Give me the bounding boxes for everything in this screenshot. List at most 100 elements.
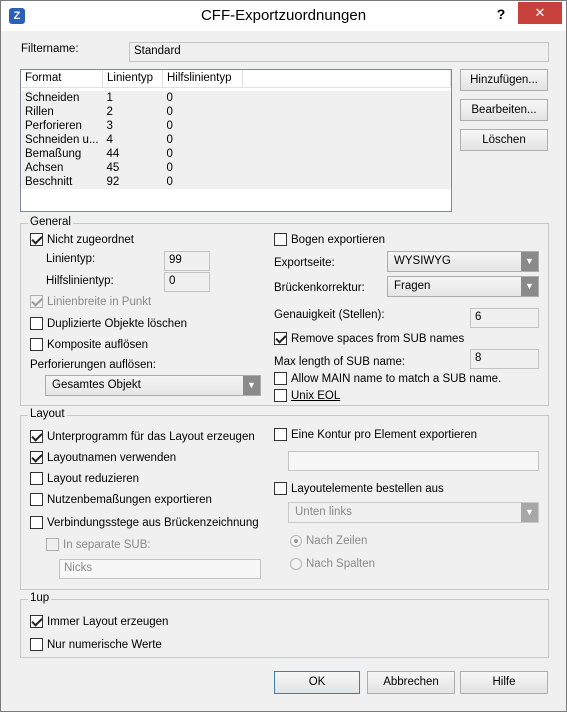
table-row[interactable]: Achsen 45 0 [21, 161, 451, 175]
linienbreite-checkbox[interactable]: Linienbreite in Punkt [30, 295, 151, 308]
verbindungsstege-label: Verbindungsstege aus Brückenzeichnung ex… [47, 516, 258, 529]
cell-hilfslinientyp: 0 [162, 161, 243, 175]
linientyp-label: Linientyp: [46, 253, 96, 265]
layout-group-title: Layout [28, 408, 67, 420]
chevron-down-icon: ▼ [521, 277, 538, 296]
cell-linientyp: 44 [102, 147, 163, 161]
cell-linientyp: 4 [102, 133, 163, 147]
cell-format: Achsen [21, 161, 103, 175]
bestellen-value: Unten links [295, 506, 352, 518]
exportseite-select[interactable]: WYSIWYG ▼ [387, 251, 539, 272]
bogen-checkbox[interactable]: Bogen exportieren [274, 233, 385, 246]
bogen-label: Bogen exportieren [291, 233, 385, 246]
exportseite-label: Exportseite: [274, 257, 335, 269]
layoutnamen-label: Layoutnamen verwenden [47, 451, 177, 464]
help-button[interactable]: Hilfe [460, 671, 548, 694]
cell-linientyp: 3 [102, 119, 163, 133]
cell-hilfslinientyp: 0 [162, 119, 243, 133]
table-row[interactable]: Schneiden u... 4 0 [21, 133, 451, 147]
column-header-format[interactable]: Format [21, 70, 104, 88]
genauigkeit-field[interactable]: 6 [470, 308, 539, 328]
cell-linientyp: 2 [102, 105, 163, 119]
table-row[interactable]: Bemaßung 44 0 [21, 147, 451, 161]
duplizierte-label: Duplizierte Objekte löschen [47, 317, 187, 330]
cell-linientyp: 1 [102, 91, 163, 105]
nach-zeilen-label: Nach Zeilen [306, 535, 368, 547]
nutzen-label: Nutzenbemaßungen exportieren [47, 493, 212, 506]
add-button[interactable]: Hinzufügen... [460, 69, 548, 91]
brueckenkorrektur-label: Brückenkorrektur: [274, 282, 365, 294]
linienbreite-label: Linienbreite in Punkt [47, 295, 152, 308]
cell-format: Rillen [21, 105, 103, 119]
nur-numerisch-checkbox[interactable]: Nur numerische Werte [30, 638, 162, 651]
perforierungen-label: Perforierungen auflösen: [30, 359, 156, 371]
bestellen-label: Layoutelemente bestellen aus [291, 482, 444, 495]
bestellen-select[interactable]: Unten links ▼ [288, 502, 539, 523]
close-icon[interactable]: ✕ [518, 2, 562, 24]
table-row[interactable]: Perforieren 3 0 [21, 119, 451, 133]
column-header-linientyp[interactable]: Linientyp [102, 70, 163, 88]
duplizierte-checkbox[interactable]: Duplizierte Objekte löschen [30, 317, 187, 330]
unterprogramm-checkbox[interactable]: Unterprogramm für das Layout erzeugen [30, 430, 255, 443]
table-row[interactable]: Schneiden 1 0 [21, 91, 451, 105]
kontur-field[interactable] [288, 451, 539, 471]
cell-hilfslinientyp: 0 [162, 147, 243, 161]
cell-hilfslinientyp: 0 [162, 175, 243, 189]
nicht-zugeordnet-checkbox[interactable]: Nicht zugeordnet [30, 233, 134, 246]
cell-format: Bemaßung [21, 147, 103, 161]
komposite-checkbox[interactable]: Komposite auflösen [30, 338, 148, 351]
allow-main-label: Allow MAIN name to match a SUB name. [291, 372, 502, 385]
help-icon[interactable]: ? [489, 3, 513, 25]
perforierungen-value: Gesamtes Objekt [52, 379, 141, 391]
separate-sub-checkbox[interactable]: In separate SUB: [46, 538, 151, 551]
chevron-down-icon: ▼ [243, 376, 260, 395]
hilfslinientyp-field[interactable]: 0 [164, 272, 210, 292]
unix-eol-label: Unix EOL [291, 389, 341, 402]
filtername-label: Filtername: [21, 43, 79, 55]
eine-kontur-label: Eine Kontur pro Element exportieren [291, 428, 478, 441]
immer-layout-label: Immer Layout erzeugen [47, 615, 169, 628]
brueckenkorrektur-select[interactable]: Fragen ▼ [387, 276, 539, 297]
perforierungen-select[interactable]: Gesamtes Objekt ▼ [45, 375, 261, 396]
edit-button[interactable]: Bearbeiten... [460, 99, 548, 121]
eine-kontur-checkbox[interactable]: Eine Kontur pro Element exportieren [274, 428, 477, 441]
cell-format: Perforieren [21, 119, 103, 133]
reduzieren-label: Layout reduzieren [47, 472, 140, 485]
nicht-zugeordnet-label: Nicht zugeordnet [47, 233, 134, 246]
column-header-empty [242, 70, 451, 88]
column-header-hilfslinientyp[interactable]: Hilfslinientyp [162, 70, 243, 88]
immer-layout-checkbox[interactable]: Immer Layout erzeugen [30, 615, 168, 628]
delete-button[interactable]: Löschen [460, 129, 548, 151]
nutzen-checkbox[interactable]: Nutzenbemaßungen exportieren [30, 493, 212, 506]
reduzieren-checkbox[interactable]: Layout reduzieren [30, 472, 139, 485]
table-row[interactable]: Beschnitt 92 0 [21, 175, 451, 189]
nach-spalten-radio[interactable]: Nach Spalten [290, 558, 375, 570]
cell-format: Schneiden u... [21, 133, 103, 147]
cancel-button[interactable]: Abbrechen [367, 671, 455, 694]
layoutnamen-checkbox[interactable]: Layoutnamen verwenden [30, 451, 176, 464]
export-dialog: Z CFF-Exportzuordnungen ? ✕ Filtername: … [0, 0, 567, 712]
hilfslinientyp-label: Hilfslinientyp: [46, 275, 114, 287]
unix-eol-checkbox[interactable]: Unix EOL [274, 389, 340, 402]
exportseite-value: WYSIWYG [394, 255, 451, 267]
table-row[interactable]: Rillen 2 0 [21, 105, 451, 119]
filtername-field[interactable]: Standard [129, 42, 549, 62]
nach-zeilen-radio[interactable]: Nach Zeilen [290, 535, 367, 547]
brueckenkorrektur-value: Fragen [394, 280, 431, 292]
remove-spaces-label: Remove spaces from SUB names [291, 332, 465, 345]
nur-numerisch-label: Nur numerische Werte [47, 638, 162, 651]
cell-hilfslinientyp: 0 [162, 91, 243, 105]
maxlen-field[interactable]: 8 [470, 349, 539, 369]
ok-button[interactable]: OK [274, 671, 360, 694]
window-title: CFF-Exportzuordnungen [200, 7, 367, 24]
bestellen-checkbox[interactable]: Layoutelemente bestellen aus [274, 482, 444, 495]
allow-main-checkbox[interactable]: Allow MAIN name to match a SUB name. [274, 372, 501, 385]
komposite-label: Komposite auflösen [47, 338, 149, 351]
verbindungsstege-checkbox[interactable]: Verbindungsstege aus Brückenzeichnung ex… [30, 516, 258, 529]
nicks-field[interactable]: Nicks [59, 559, 261, 579]
genauigkeit-label: Genauigkeit (Stellen): [274, 309, 385, 321]
separate-sub-label: In separate SUB: [63, 538, 151, 551]
linientyp-field[interactable]: 99 [164, 251, 210, 271]
format-list[interactable]: Format Linientyp Hilfslinientyp Schneide… [20, 69, 452, 212]
remove-spaces-checkbox[interactable]: Remove spaces from SUB names [274, 332, 464, 345]
